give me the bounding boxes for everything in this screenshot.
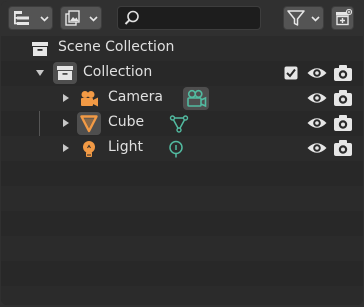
camera-label: Camera <box>108 89 163 105</box>
empty-row <box>1 286 363 305</box>
collection-icon <box>53 62 77 84</box>
editor-type-button[interactable] <box>8 6 53 30</box>
light-label: Light <box>108 139 143 155</box>
render-camera-icon[interactable] <box>333 64 353 82</box>
filter-button[interactable] <box>283 6 324 30</box>
expand-right-icon[interactable] <box>61 93 71 103</box>
expand-right-icon[interactable] <box>61 118 71 128</box>
search-icon <box>124 10 139 25</box>
tree-row-scene-collection[interactable]: Scene Collection <box>1 36 363 61</box>
camera-data-icon[interactable] <box>183 87 209 110</box>
filter-icon <box>287 10 305 26</box>
chevron-down-icon <box>40 16 49 22</box>
chevron-down-icon <box>89 16 98 22</box>
mesh-object-icon <box>77 112 101 135</box>
light-data-icon[interactable] <box>166 139 186 159</box>
expand-right-icon[interactable] <box>61 143 71 153</box>
outliner-editor: Scene Collection Collection Camera Cube … <box>1 1 363 305</box>
light-object-icon <box>79 139 99 159</box>
cube-label: Cube <box>108 114 145 130</box>
eye-icon[interactable] <box>306 65 328 81</box>
tree-row-collection[interactable]: Collection <box>1 61 363 86</box>
chevron-down-icon <box>311 16 320 22</box>
render-camera-icon[interactable] <box>333 89 353 107</box>
scene-collection-icon <box>30 39 50 59</box>
new-collection-icon <box>335 9 352 26</box>
render-camera-icon[interactable] <box>333 114 353 132</box>
outliner-icon <box>14 11 29 25</box>
eye-icon[interactable] <box>306 90 328 106</box>
empty-row <box>1 186 363 211</box>
mesh-data-icon[interactable] <box>169 114 189 134</box>
empty-row <box>1 236 363 261</box>
scene-collection-label: Scene Collection <box>58 39 175 55</box>
new-collection-button[interactable] <box>331 6 354 30</box>
camera-object-icon <box>79 89 99 109</box>
collection-label: Collection <box>83 64 153 80</box>
render-camera-icon[interactable] <box>333 139 353 157</box>
search-input[interactable] <box>117 6 261 30</box>
tree-row-camera[interactable]: Camera <box>1 86 363 111</box>
display-mode-button[interactable] <box>60 6 102 30</box>
expand-down-icon[interactable] <box>35 68 45 78</box>
view-layer-icon <box>65 10 80 26</box>
tree-row-cube[interactable]: Cube <box>1 111 363 136</box>
eye-icon[interactable] <box>306 140 328 156</box>
eye-icon[interactable] <box>306 115 328 131</box>
tree-row-light[interactable]: Light <box>1 136 363 161</box>
exclude-checkbox[interactable] <box>284 66 298 80</box>
